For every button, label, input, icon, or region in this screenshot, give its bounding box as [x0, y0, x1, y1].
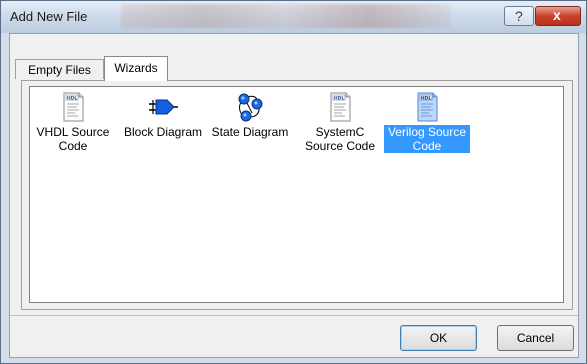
- help-button[interactable]: ?: [504, 6, 534, 26]
- title-bar[interactable]: Add New File ? x: [1, 1, 586, 33]
- title-bar-decoration: [121, 4, 451, 28]
- list-item-label: VHDL Source Code: [36, 125, 110, 153]
- tab-wizards[interactable]: Wizards: [104, 56, 168, 81]
- hdl-file-icon: HDL: [411, 91, 443, 123]
- ok-button[interactable]: OK: [400, 325, 477, 351]
- list-item-vhdl-source-code[interactable]: HDL VHDL Source Code: [30, 89, 116, 153]
- list-item-verilog-source-code[interactable]: HDL Verilog Source Code: [384, 89, 470, 153]
- hdl-file-icon: HDL: [324, 91, 356, 123]
- close-button[interactable]: x: [535, 6, 581, 26]
- list-item-label: SystemC Source Code: [304, 125, 376, 153]
- hdl-file-icon: HDL: [57, 91, 89, 123]
- svg-text:HDL: HDL: [67, 95, 78, 101]
- divider: [8, 315, 578, 316]
- state-diagram-icon: [234, 91, 266, 123]
- dialog-title: Add New File: [10, 9, 88, 24]
- list-item-label: Verilog Source Code: [384, 125, 470, 153]
- wizard-list[interactable]: HDL VHDL Source Code Block Diagram State…: [29, 86, 564, 303]
- list-item-label: State Diagram: [211, 125, 289, 139]
- list-item-state-diagram[interactable]: State Diagram: [207, 89, 293, 139]
- list-item-systemc-source-code[interactable]: HDL SystemC Source Code: [297, 89, 383, 153]
- list-item-block-diagram[interactable]: Block Diagram: [120, 89, 206, 139]
- help-icon: ?: [515, 8, 523, 24]
- block-diagram-icon: [147, 91, 179, 123]
- cancel-button[interactable]: Cancel: [497, 325, 574, 351]
- close-icon: x: [553, 7, 561, 23]
- list-item-label: Block Diagram: [123, 125, 203, 139]
- tab-empty-files[interactable]: Empty Files: [15, 59, 104, 79]
- svg-text:HDL: HDL: [421, 95, 432, 101]
- svg-text:HDL: HDL: [334, 95, 345, 101]
